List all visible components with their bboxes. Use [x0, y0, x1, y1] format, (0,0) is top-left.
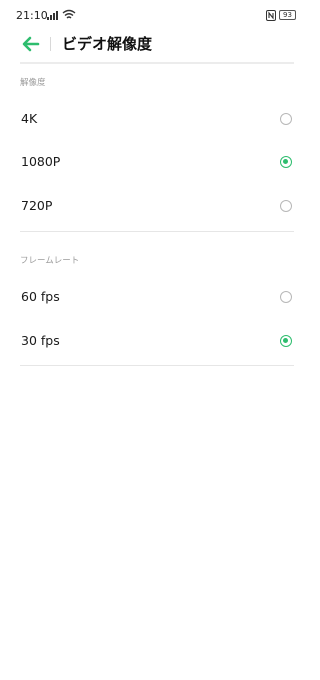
section-divider: [20, 231, 294, 232]
back-arrow-icon[interactable]: [19, 32, 43, 56]
battery-icon: 93: [279, 10, 296, 20]
app-header: ビデオ解像度: [0, 30, 314, 64]
option-label: 30 fps: [21, 333, 60, 348]
header-divider: [50, 37, 51, 51]
signal-icon: [47, 11, 58, 20]
option-720p[interactable]: 720P: [0, 185, 314, 229]
radio-button-selected[interactable]: [280, 335, 292, 347]
option-30fps[interactable]: 30 fps: [0, 320, 314, 364]
status-bar: 21:10 93: [0, 0, 314, 30]
option-label: 4K: [21, 111, 38, 126]
status-time: 21:10: [16, 9, 48, 22]
option-4k[interactable]: 4K: [0, 98, 314, 142]
section-label-framerate: フレームレート: [20, 256, 80, 266]
nfc-icon: [266, 10, 276, 21]
option-1080p[interactable]: 1080P: [0, 141, 314, 185]
option-label: 60 fps: [21, 289, 60, 304]
radio-button[interactable]: [280, 113, 292, 125]
option-60fps[interactable]: 60 fps: [0, 276, 314, 320]
option-label: 1080P: [21, 154, 61, 169]
option-label: 720P: [21, 198, 53, 213]
radio-button-selected[interactable]: [280, 156, 292, 168]
section-divider: [20, 365, 294, 366]
header-underline: [20, 62, 294, 64]
radio-button[interactable]: [280, 200, 292, 212]
section-label-resolution: 解像度: [20, 78, 46, 88]
page-title: ビデオ解像度: [62, 35, 153, 53]
radio-button[interactable]: [280, 291, 292, 303]
battery-level: 93: [283, 11, 292, 19]
wifi-icon: [62, 9, 76, 19]
